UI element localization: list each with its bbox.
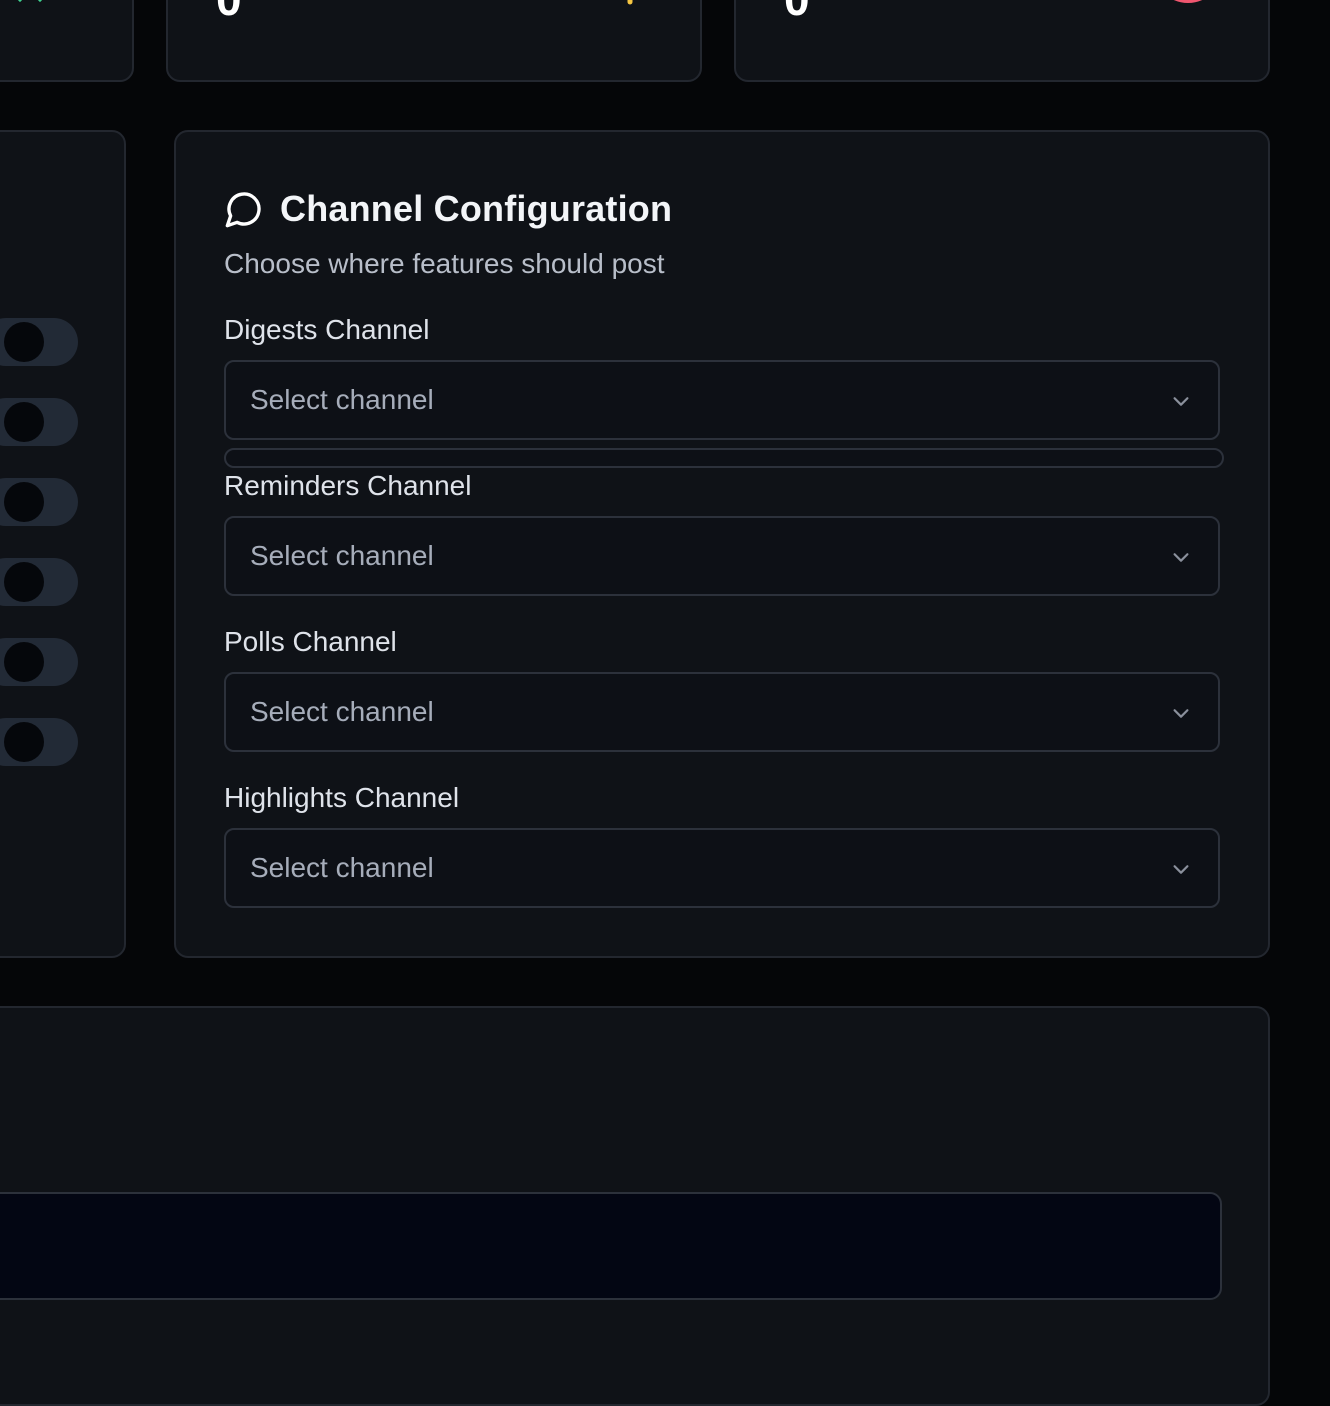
- feature-toggle-6[interactable]: [0, 718, 78, 766]
- chevron-down-icon: [1173, 865, 1189, 874]
- digests-channel-select[interactable]: Select channel: [224, 360, 1220, 440]
- feature-toggle-5[interactable]: [0, 638, 78, 686]
- lightbulb-icon: [627, 0, 633, 5]
- toggle-knob: [4, 562, 44, 602]
- highlights-channel-select[interactable]: Select channel: [224, 828, 1220, 908]
- stat-card-middle: 0: [166, 0, 702, 82]
- toggle-knob: [4, 402, 44, 442]
- chevron-down-icon: [1173, 397, 1189, 406]
- reminders-channel-select[interactable]: Select channel: [224, 516, 1220, 596]
- text-input-area[interactable]: [0, 1192, 1222, 1300]
- toggle-knob: [4, 322, 44, 362]
- feature-toggle-1[interactable]: [0, 318, 78, 366]
- polls-channel-select[interactable]: Select channel: [224, 672, 1220, 752]
- stat-value: 0: [784, 0, 810, 22]
- empty-dropdown-list: [224, 448, 1224, 468]
- feature-toggle-2[interactable]: [0, 398, 78, 446]
- select-placeholder: Select channel: [250, 852, 434, 883]
- bottom-card: [0, 1006, 1270, 1406]
- stat-value: 0: [216, 0, 242, 22]
- highlights-channel-label: Highlights Channel: [224, 782, 460, 813]
- stat-card-right: 0: [734, 0, 1270, 82]
- digests-channel-label: Digests Channel: [224, 314, 430, 345]
- stat-card-left: [0, 0, 134, 82]
- features-card: [0, 130, 126, 958]
- select-placeholder: Select channel: [250, 696, 434, 727]
- heart-icon: [1174, 0, 1202, 3]
- feature-toggle-4[interactable]: [0, 558, 78, 606]
- select-placeholder: Select channel: [250, 384, 434, 415]
- feature-toggle-3[interactable]: [0, 478, 78, 526]
- card-subtitle: Choose where features should post: [224, 248, 665, 279]
- activity-icon: [17, 0, 43, 3]
- chevron-down-icon: [1173, 553, 1189, 562]
- toggle-knob: [4, 722, 44, 762]
- channel-configuration-card: Channel Configuration Choose where featu…: [174, 130, 1270, 958]
- card-title: Channel Configuration: [280, 188, 673, 229]
- chevron-down-icon: [1173, 709, 1189, 718]
- card-header: Channel Configuration: [224, 188, 672, 230]
- toggle-knob: [4, 642, 44, 682]
- reminders-channel-label: Reminders Channel: [224, 470, 472, 501]
- message-circle-icon: [225, 192, 261, 228]
- select-placeholder: Select channel: [250, 540, 434, 571]
- polls-channel-label: Polls Channel: [224, 626, 397, 657]
- toggle-knob: [4, 482, 44, 522]
